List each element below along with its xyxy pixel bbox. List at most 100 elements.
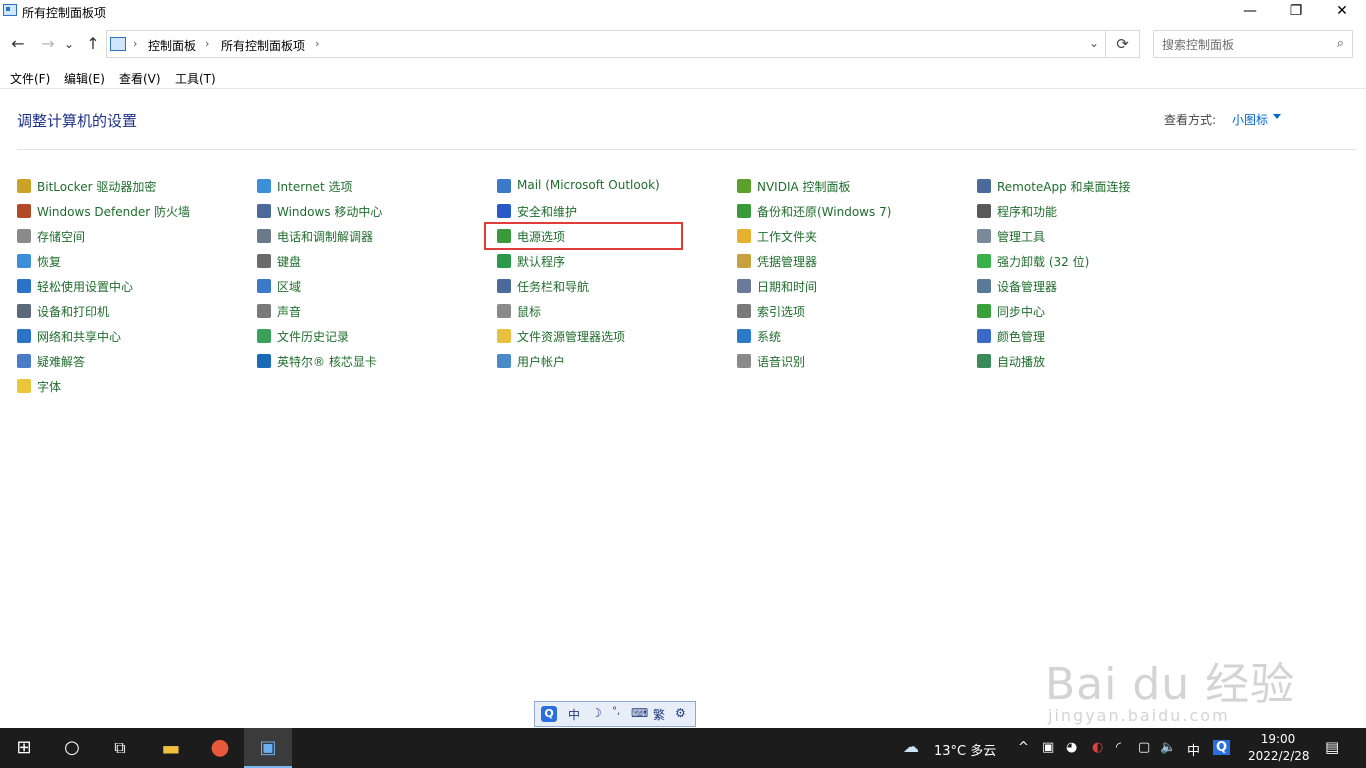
keyboard-icon[interactable]: ⌨	[631, 706, 648, 720]
control-panel-item[interactable]: 管理工具	[977, 226, 1197, 246]
control-panel-item[interactable]: 文件历史记录	[257, 326, 477, 346]
qq-icon[interactable]: ◕	[1066, 740, 1077, 755]
notification-icon[interactable]: ▤	[1325, 738, 1339, 756]
control-panel-item[interactable]: 声音	[257, 301, 477, 321]
up-button[interactable]: ↑	[83, 34, 103, 54]
control-panel-item[interactable]: 任务栏和导航	[497, 276, 717, 296]
moon-icon[interactable]: ☽	[591, 706, 602, 720]
control-panel-item[interactable]: Mail (Microsoft Outlook)	[497, 176, 717, 196]
menu-file[interactable]: 文件(F)	[10, 70, 50, 87]
control-panel-item-label[interactable]: 安全和维护	[517, 203, 577, 220]
control-panel-item-label[interactable]: 电话和调制解调器	[277, 228, 373, 245]
control-panel-item[interactable]: 工作文件夹	[737, 226, 957, 246]
control-panel-item[interactable]: 字体	[17, 376, 237, 396]
control-panel-item-label[interactable]: 英特尔® 核芯显卡	[277, 353, 377, 370]
control-panel-item[interactable]: NVIDIA 控制面板	[737, 176, 957, 196]
control-panel-item-label[interactable]: RemoteApp 和桌面连接	[997, 178, 1131, 195]
control-panel-item[interactable]: 索引选项	[737, 301, 957, 321]
control-panel-item[interactable]: 凭据管理器	[737, 251, 957, 271]
control-panel-item-label[interactable]: 区域	[277, 278, 301, 295]
menu-tools[interactable]: 工具(T)	[175, 70, 216, 87]
menu-edit[interactable]: 编辑(E)	[64, 70, 105, 87]
search-input[interactable]	[1160, 35, 1329, 55]
search-icon[interactable]: ○	[48, 728, 96, 768]
menu-view[interactable]: 查看(V)	[119, 70, 161, 87]
control-panel-item-label[interactable]: 网络和共享中心	[37, 328, 121, 345]
ime-toolbar[interactable]: Q 中 ☽ °, ⌨ 繁 ⚙	[534, 701, 696, 727]
control-panel-item-label[interactable]: Internet 选项	[277, 178, 352, 195]
control-panel-item[interactable]: 颜色管理	[977, 326, 1197, 346]
control-panel-item[interactable]: Windows Defender 防火墙	[17, 201, 237, 221]
control-panel-item[interactable]: 存储空间	[17, 226, 237, 246]
control-panel-item-label[interactable]: Mail (Microsoft Outlook)	[517, 178, 660, 192]
control-panel-item[interactable]: 程序和功能	[977, 201, 1197, 221]
close-button[interactable]: ✕	[1319, 0, 1365, 24]
input-language[interactable]: 中	[1187, 740, 1200, 759]
breadcrumb-separator[interactable]: ›	[315, 37, 319, 50]
tray-app-icon[interactable]: ▣	[1042, 740, 1054, 755]
control-panel-item-label[interactable]: BitLocker 驱动器加密	[37, 178, 156, 195]
control-panel-item-label[interactable]: 声音	[277, 303, 301, 320]
ime-language-toggle[interactable]: 中	[568, 706, 580, 723]
punctuation-toggle[interactable]: °,	[612, 706, 620, 717]
back-button[interactable]: ←	[8, 34, 28, 54]
control-panel-item-label[interactable]: 键盘	[277, 253, 301, 270]
control-panel-item-label[interactable]: 索引选项	[757, 303, 805, 320]
control-panel-item[interactable]: 恢复	[17, 251, 237, 271]
weather-text[interactable]: 13°C 多云	[934, 740, 996, 759]
breadcrumb-separator[interactable]: ›	[133, 37, 137, 50]
wifi-icon[interactable]: ◜	[1116, 740, 1121, 755]
control-panel-item-label[interactable]: 疑难解答	[37, 353, 85, 370]
breadcrumb-all-items[interactable]: 所有控制面板项	[221, 37, 305, 54]
control-panel-item-label[interactable]: Windows 移动中心	[277, 203, 382, 220]
control-panel-item-label[interactable]: 系统	[757, 328, 781, 345]
control-panel-item-label[interactable]: 备份和还原(Windows 7)	[757, 203, 891, 220]
control-panel-item[interactable]: 文件资源管理器选项	[497, 326, 717, 346]
control-panel-item-label[interactable]: 设备管理器	[997, 278, 1057, 295]
control-panel-item-label[interactable]: NVIDIA 控制面板	[757, 178, 851, 195]
forward-button[interactable]: →	[38, 34, 58, 54]
address-bar[interactable]: › 控制面板 › 所有控制面板项 › ⌄	[106, 30, 1106, 58]
control-panel-item-label[interactable]: 鼠标	[517, 303, 541, 320]
breadcrumb-separator[interactable]: ›	[205, 37, 209, 50]
control-panel-item-label[interactable]: 设备和打印机	[37, 303, 109, 320]
app-tray-icon[interactable]: ▢	[1138, 740, 1150, 755]
sogou-input-icon[interactable]: Q	[1213, 740, 1231, 755]
control-panel-icon[interactable]: ▣	[244, 728, 292, 768]
control-panel-item[interactable]: 用户帐户	[497, 351, 717, 371]
caret-down-icon[interactable]	[1273, 114, 1281, 119]
refresh-button[interactable]: ⟳	[1106, 30, 1140, 58]
control-panel-item-label[interactable]: 任务栏和导航	[517, 278, 589, 295]
control-panel-item-label[interactable]: 恢复	[37, 253, 61, 270]
control-panel-item[interactable]: 设备和打印机	[17, 301, 237, 321]
ime-logo-icon[interactable]: Q	[541, 706, 557, 722]
control-panel-item-label[interactable]: 强力卸载 (32 位)	[997, 253, 1089, 270]
control-panel-item[interactable]: 键盘	[257, 251, 477, 271]
control-panel-item-label[interactable]: 轻松使用设置中心	[37, 278, 133, 295]
simplified-traditional-toggle[interactable]: 繁	[653, 706, 665, 723]
control-panel-item-label[interactable]: 字体	[37, 378, 61, 395]
control-panel-item-label[interactable]: 程序和功能	[997, 203, 1057, 220]
control-panel-item[interactable]: 强力卸载 (32 位)	[977, 251, 1197, 271]
control-panel-item-label[interactable]: Windows Defender 防火墙	[37, 203, 190, 220]
control-panel-item-label[interactable]: 用户帐户	[517, 353, 565, 370]
task-view-icon[interactable]: ⧉	[96, 728, 144, 768]
control-panel-item-label[interactable]: 默认程序	[517, 253, 565, 270]
control-panel-item[interactable]: Windows 移动中心	[257, 201, 477, 221]
control-panel-item[interactable]: 备份和还原(Windows 7)	[737, 201, 957, 221]
antivirus-icon[interactable]: ◐	[1092, 740, 1103, 755]
control-panel-item-label[interactable]: 管理工具	[997, 228, 1045, 245]
control-panel-item[interactable]: 系统	[737, 326, 957, 346]
wrench-icon[interactable]: ⚙	[675, 706, 686, 720]
control-panel-item-label[interactable]: 语音识别	[757, 353, 805, 370]
control-panel-item-label[interactable]: 凭据管理器	[757, 253, 817, 270]
control-panel-item[interactable]: 轻松使用设置中心	[17, 276, 237, 296]
address-dropdown-icon[interactable]: ⌄	[1089, 36, 1099, 50]
control-panel-item-label[interactable]: 颜色管理	[997, 328, 1045, 345]
control-panel-item[interactable]: BitLocker 驱动器加密	[17, 176, 237, 196]
control-panel-item-label[interactable]: 日期和时间	[757, 278, 817, 295]
recent-locations-button[interactable]: ⌄	[62, 34, 76, 54]
control-panel-item-label[interactable]: 工作文件夹	[757, 228, 817, 245]
control-panel-item[interactable]: 设备管理器	[977, 276, 1197, 296]
control-panel-item[interactable]: 疑难解答	[17, 351, 237, 371]
